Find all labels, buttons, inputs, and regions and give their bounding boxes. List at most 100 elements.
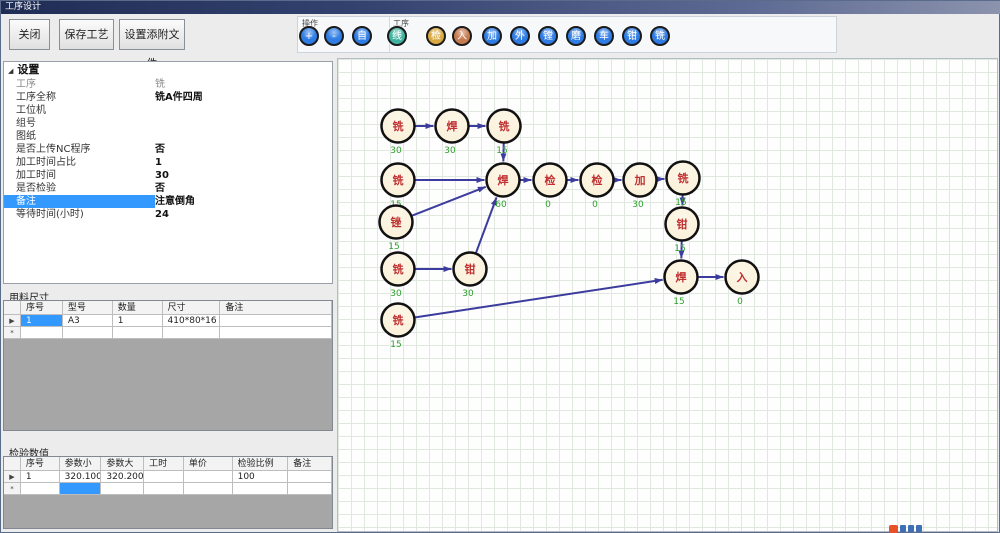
- table-cell[interactable]: 1: [21, 471, 60, 483]
- property-row-工位机[interactable]: 工位机: [4, 104, 332, 117]
- table-row[interactable]: *: [4, 483, 332, 495]
- table-cell[interactable]: 100: [233, 471, 289, 483]
- column-header-参数大[interactable]: 参数大: [101, 457, 144, 471]
- toolbar-button-铣[interactable]: 铣: [650, 26, 670, 46]
- property-label[interactable]: 工序: [4, 78, 155, 91]
- table-cell[interactable]: [60, 483, 102, 495]
- flowchart-svg[interactable]: 铣30焊30铣15铣15焊60检0检0加30铣15锉15钳15铣30钳30焊15…: [338, 59, 999, 533]
- property-row-备注[interactable]: 备注注意倒角: [4, 195, 332, 208]
- column-header-型号[interactable]: 型号: [63, 301, 113, 315]
- property-label[interactable]: 组号: [4, 117, 155, 130]
- property-row-是否上传NC程序[interactable]: 是否上传NC程序否: [4, 143, 332, 156]
- table-cell[interactable]: [21, 327, 63, 339]
- toolbar-button-加[interactable]: 加: [482, 26, 502, 46]
- flow-node-铣[interactable]: 铣15: [382, 164, 415, 211]
- table-cell[interactable]: [163, 327, 221, 339]
- toolbar-button-入[interactable]: 入: [452, 26, 472, 46]
- table-cell[interactable]: [101, 483, 144, 495]
- column-header-序号[interactable]: 序号: [21, 301, 63, 315]
- property-label[interactable]: 加工时间: [4, 169, 155, 182]
- flow-node-钳[interactable]: 钳30: [454, 253, 487, 300]
- column-header-检验比例[interactable]: 检验比例: [233, 457, 289, 471]
- table-row[interactable]: ▶1320.100320.200 100: [4, 471, 332, 483]
- flow-node-入[interactable]: 入0: [726, 261, 759, 308]
- flow-node-铣[interactable]: 铣30: [382, 110, 415, 157]
- property-row-加工时间占比[interactable]: 加工时间占比1: [4, 156, 332, 169]
- collapse-arrow-icon[interactable]: ◢: [8, 67, 13, 75]
- column-header-序号[interactable]: 序号: [21, 457, 60, 471]
- property-row-加工时间[interactable]: 加工时间30: [4, 169, 332, 182]
- property-label[interactable]: 加工时间占比: [4, 156, 155, 169]
- toolbar-button-车[interactable]: 车: [594, 26, 614, 46]
- property-value[interactable]: 30: [155, 169, 332, 182]
- table-cell[interactable]: [233, 483, 289, 495]
- column-header-数量[interactable]: 数量: [113, 301, 163, 315]
- flow-node-焊[interactable]: 焊15: [665, 261, 698, 308]
- flow-node-锉[interactable]: 锉15: [380, 206, 413, 253]
- toolbar-button-磨[interactable]: 磨: [566, 26, 586, 46]
- property-label[interactable]: 是否检验: [4, 182, 155, 195]
- table-cell[interactable]: [184, 483, 233, 495]
- column-header-尺寸[interactable]: 尺寸: [163, 301, 221, 315]
- row-selector[interactable]: ▶: [4, 471, 21, 483]
- table-cell[interactable]: 320.200: [101, 471, 144, 483]
- property-value[interactable]: [155, 117, 332, 130]
- table-row[interactable]: *: [4, 327, 332, 339]
- property-row-组号[interactable]: 组号: [4, 117, 332, 130]
- table-cell[interactable]: [288, 471, 332, 483]
- property-row-工序[interactable]: 工序铣: [4, 78, 332, 91]
- flow-node-检[interactable]: 检0: [581, 164, 614, 211]
- property-label[interactable]: 等待时间(小时): [4, 208, 155, 221]
- table-cell[interactable]: 1: [113, 315, 163, 327]
- flow-node-铣[interactable]: 铣15: [488, 110, 521, 157]
- property-row-工序全称[interactable]: 工序全称铣A件四周: [4, 91, 332, 104]
- table-cell[interactable]: [144, 471, 184, 483]
- property-row-图纸[interactable]: 图纸: [4, 130, 332, 143]
- property-row-是否检验[interactable]: 是否检验否: [4, 182, 332, 195]
- flow-node-检[interactable]: 检0: [534, 164, 567, 211]
- flow-node-铣[interactable]: 铣30: [382, 253, 415, 300]
- table-cell[interactable]: 410*80*16: [163, 315, 221, 327]
- table-cell[interactable]: A3: [63, 315, 113, 327]
- property-value[interactable]: 否: [155, 182, 332, 195]
- property-row-等待时间(小时)[interactable]: 等待时间(小时)24: [4, 208, 332, 221]
- property-label[interactable]: 工位机: [4, 104, 155, 117]
- property-value[interactable]: 24: [155, 208, 332, 221]
- toolbar-button-线[interactable]: 线: [387, 26, 407, 46]
- row-selector-header[interactable]: [4, 457, 21, 471]
- toolbar-button-外[interactable]: 外: [510, 26, 530, 46]
- toolbar-button--[interactable]: -: [324, 26, 344, 46]
- table-cell[interactable]: [144, 483, 184, 495]
- flowchart-canvas[interactable]: 铣30焊30铣15铣15焊60检0检0加30铣15锉15钳15铣30钳30焊15…: [337, 58, 998, 532]
- toolbar-button-检[interactable]: 检: [426, 26, 446, 46]
- toolbar-button-+[interactable]: +: [299, 26, 319, 46]
- row-selector[interactable]: ▶: [4, 315, 21, 327]
- settings-property-grid[interactable]: ◢设置 工序铣工序全称铣A件四周工位机组号图纸是否上传NC程序否加工时间占比1加…: [3, 61, 333, 284]
- column-header-备注[interactable]: 备注: [220, 301, 332, 315]
- property-value[interactable]: 否: [155, 143, 332, 156]
- toolbar-button-镗[interactable]: 镗: [538, 26, 558, 46]
- property-value[interactable]: 铣: [155, 78, 332, 91]
- property-label[interactable]: 工序全称: [4, 91, 155, 104]
- flow-node-加[interactable]: 加30: [624, 164, 657, 211]
- property-value[interactable]: 铣A件四周: [155, 91, 332, 104]
- inspection-table[interactable]: 序号参数小参数大工时单价检验比例备注▶1320.100320.200100*: [3, 456, 333, 529]
- flow-node-焊[interactable]: 焊60: [487, 164, 520, 211]
- column-header-参数小[interactable]: 参数小: [60, 457, 102, 471]
- property-value[interactable]: [155, 130, 332, 143]
- table-cell[interactable]: 320.100: [60, 471, 102, 483]
- property-value[interactable]: [155, 104, 332, 117]
- save-process-button[interactable]: 保存工艺: [59, 19, 114, 50]
- flow-node-钳[interactable]: 钳15: [666, 208, 699, 255]
- flow-node-焊[interactable]: 焊30: [436, 110, 469, 157]
- property-label[interactable]: 图纸: [4, 130, 155, 143]
- column-header-单价[interactable]: 单价: [184, 457, 233, 471]
- flow-node-铣[interactable]: 铣15: [667, 162, 700, 209]
- close-button[interactable]: 关闭: [9, 19, 50, 50]
- row-selector[interactable]: *: [4, 327, 21, 339]
- table-cell[interactable]: [63, 327, 113, 339]
- table-cell[interactable]: [288, 483, 332, 495]
- row-selector-header[interactable]: [4, 301, 21, 315]
- toolbar-button-钳[interactable]: 钳: [622, 26, 642, 46]
- flow-node-铣[interactable]: 铣15: [382, 304, 415, 351]
